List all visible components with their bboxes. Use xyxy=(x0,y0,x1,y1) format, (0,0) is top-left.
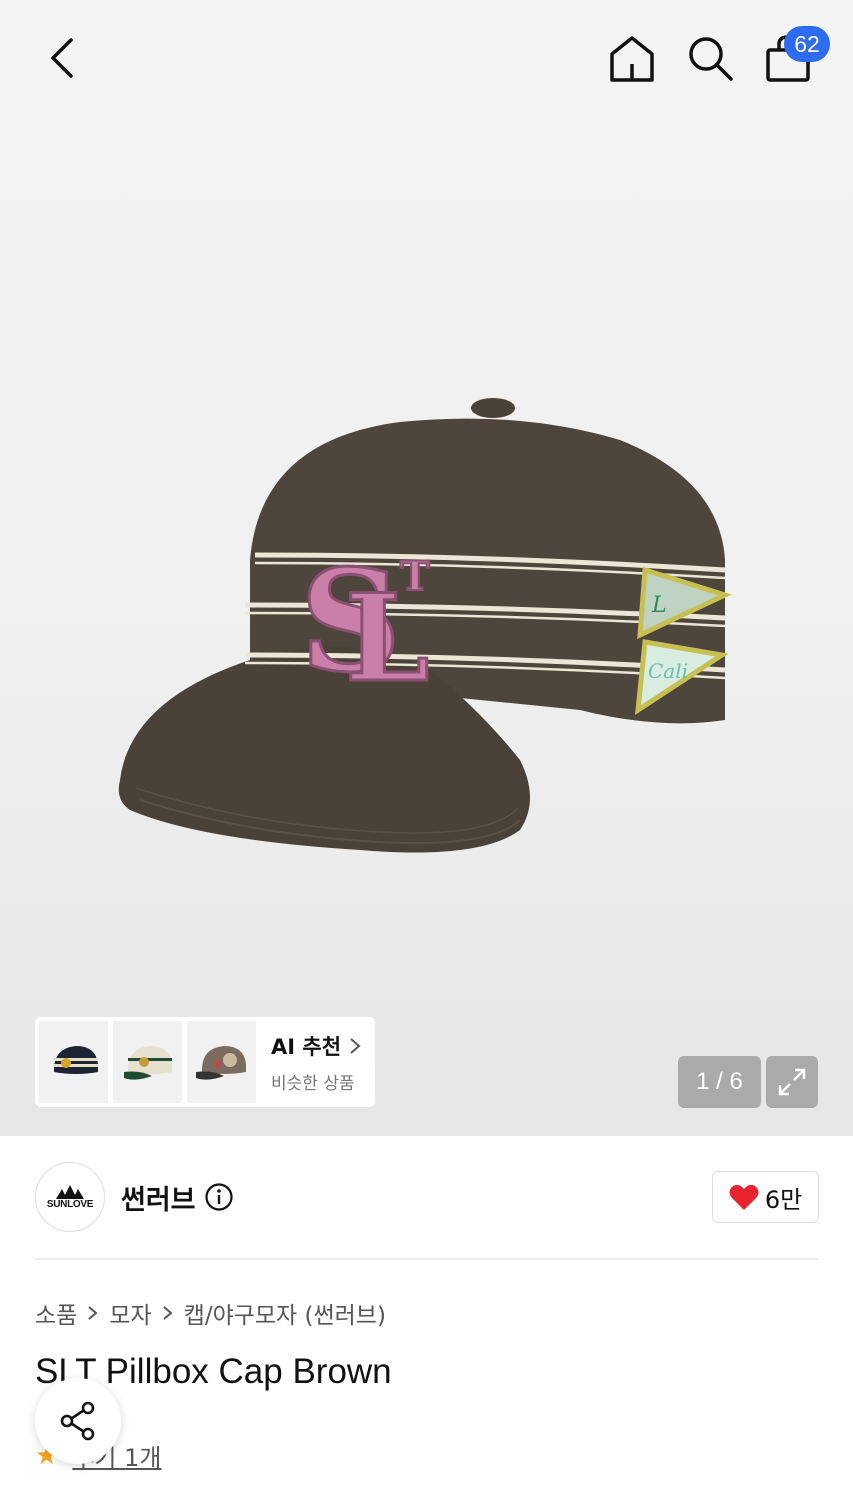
ai-recommendation-text: AI 추천 비슷한 상품 xyxy=(271,1031,361,1094)
breadcrumb: 소품 모자 캡/야구모자 (썬러브) xyxy=(35,1296,386,1330)
product-gallery[interactable]: 62 S L T L Cali AI 추천 비슷한 상품 1 / 6 xyxy=(0,0,853,1136)
divider xyxy=(35,1258,819,1260)
cap-icon xyxy=(123,1046,172,1080)
sunburst-icon xyxy=(56,1184,84,1199)
recommendation-thumbnail[interactable] xyxy=(113,1021,182,1103)
info-icon xyxy=(204,1183,233,1211)
brand-logo-text: SUNLOVE xyxy=(46,1198,94,1210)
search-icon xyxy=(689,37,733,81)
chevron-right-icon xyxy=(163,1306,173,1320)
search-button[interactable] xyxy=(682,30,738,86)
top-bar: 62 xyxy=(0,0,853,112)
share-button[interactable] xyxy=(35,1378,121,1464)
ai-recommendation-card[interactable]: AI 추천 비슷한 상품 xyxy=(35,1017,375,1107)
svg-text:T: T xyxy=(400,553,430,600)
product-image: S L T L Cali xyxy=(118,398,732,853)
recommendation-thumbnail[interactable] xyxy=(187,1021,256,1103)
image-counter: 1 / 6 xyxy=(678,1056,761,1108)
breadcrumb-item[interactable]: 캡/야구모자 (썬러브) xyxy=(184,1296,386,1330)
recommendation-thumbnail[interactable] xyxy=(39,1021,108,1103)
back-button[interactable] xyxy=(36,32,88,84)
cap-icon xyxy=(53,1046,98,1074)
heart-icon xyxy=(729,1184,759,1210)
like-button[interactable]: 6만 xyxy=(712,1171,819,1223)
cap-icon xyxy=(195,1046,246,1080)
breadcrumb-item[interactable]: 소품 xyxy=(35,1296,77,1330)
cart-count-badge: 62 xyxy=(784,26,830,62)
svg-text:Cali: Cali xyxy=(648,659,688,683)
share-icon xyxy=(60,1401,95,1441)
ai-recommendation-subtitle: 비슷한 상품 xyxy=(271,1073,355,1094)
expand-icon xyxy=(778,1068,806,1096)
chevron-left-icon xyxy=(51,38,73,78)
ai-title-label: AI 추천 xyxy=(271,1034,342,1059)
fullscreen-button[interactable] xyxy=(766,1056,818,1108)
chevron-right-icon xyxy=(88,1306,98,1320)
brand-row: SUNLOVE 썬러브 6만 xyxy=(35,1162,819,1232)
chevron-right-icon xyxy=(350,1037,361,1054)
home-button[interactable] xyxy=(604,30,660,86)
like-count: 6만 xyxy=(764,1185,803,1214)
home-icon xyxy=(610,36,654,82)
brand-logo[interactable]: SUNLOVE xyxy=(35,1162,105,1232)
breadcrumb-item[interactable]: 모자 xyxy=(109,1296,151,1330)
svg-text:L: L xyxy=(651,593,667,618)
ai-recommendation-title: AI 추천 xyxy=(271,1031,361,1061)
brand-name[interactable]: 썬러브 xyxy=(121,1178,196,1217)
brand-info-button[interactable] xyxy=(204,1182,234,1212)
